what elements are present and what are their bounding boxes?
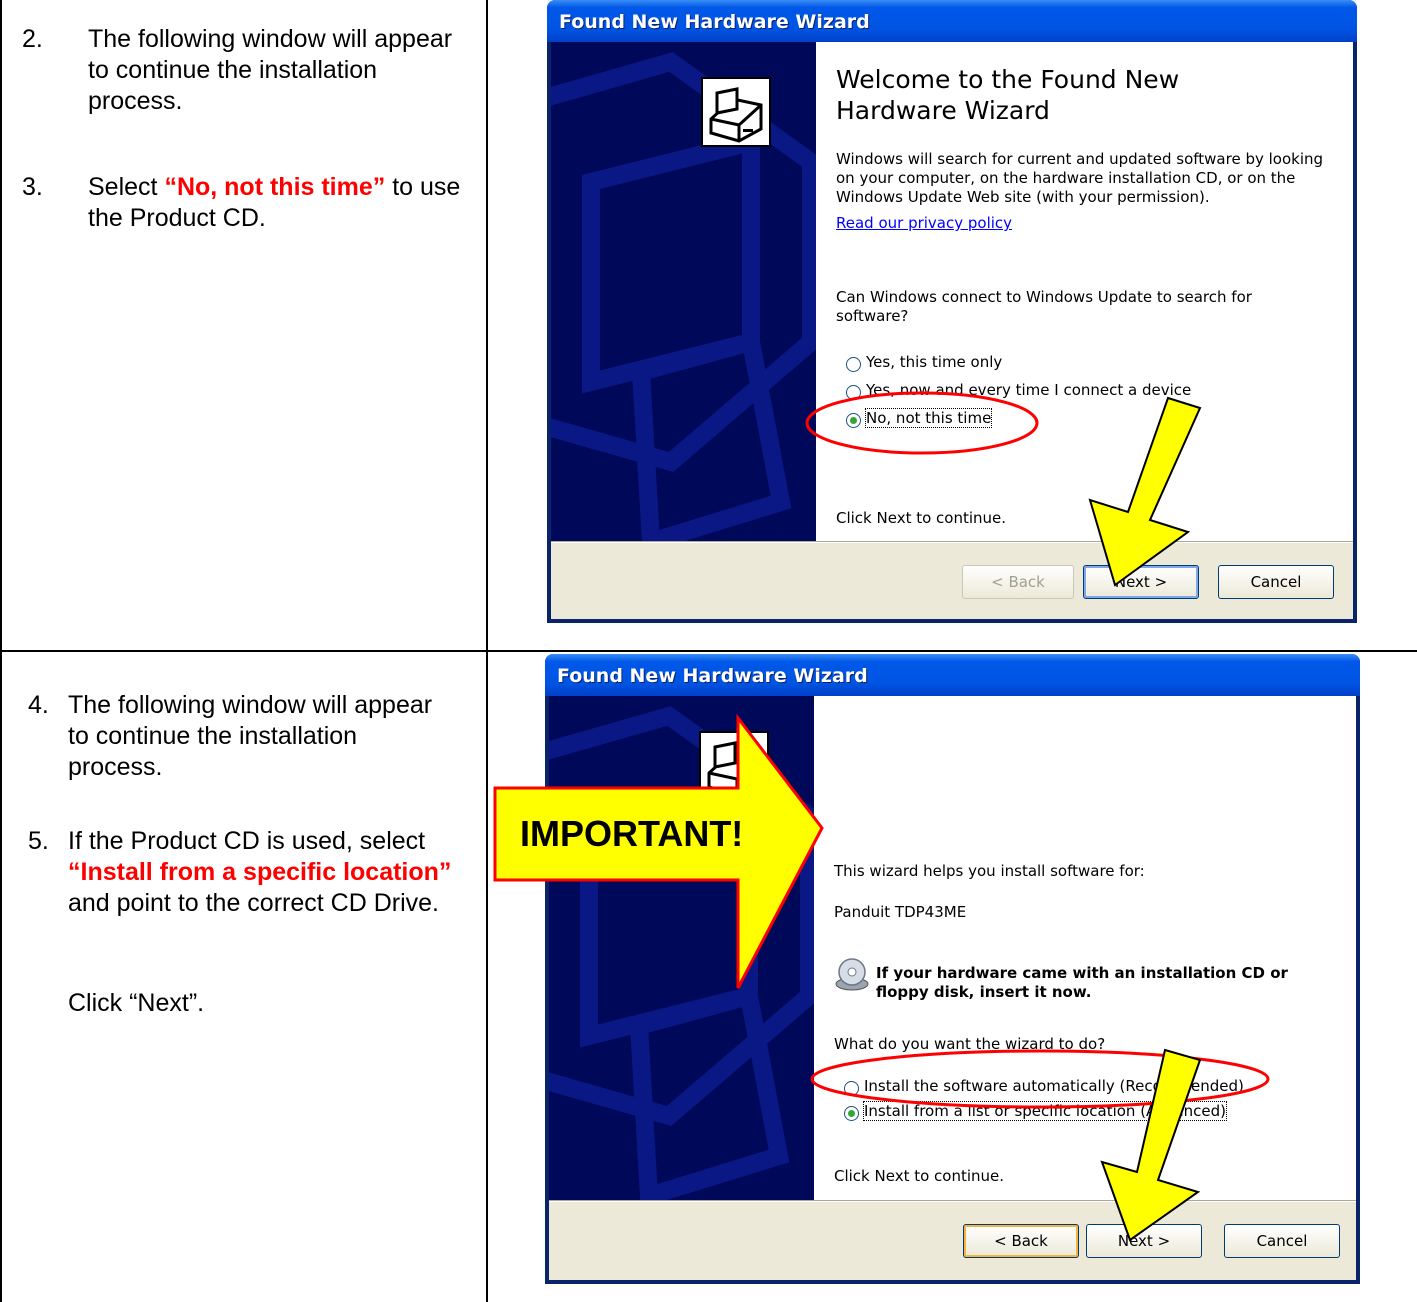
- privacy-link[interactable]: Read our privacy policy: [836, 214, 1012, 232]
- wizard-window-1: Found New Hardware Wizard Welcome to the…: [547, 0, 1357, 623]
- highlight-text: “Install from a specific location”: [68, 858, 452, 886]
- step-number: 2.: [22, 25, 43, 53]
- continue-text: Click Next to continue.: [836, 509, 1007, 527]
- radio-yes-every-time[interactable]: [846, 385, 861, 400]
- wizard-sidebar: [549, 696, 814, 1280]
- window-title: Found New Hardware Wizard: [557, 665, 868, 687]
- step-number: 4.: [28, 691, 49, 719]
- title-bar: Found New Hardware Wizard: [545, 654, 1360, 696]
- option-label: Yes, now and every time I connect a devi…: [866, 381, 1192, 399]
- wizard-footer: < Back Next > Cancel: [551, 542, 1353, 619]
- click-next-instruction: Click “Next”.: [68, 989, 205, 1017]
- window-title: Found New Hardware Wizard: [559, 11, 870, 33]
- step-number: 5.: [28, 827, 49, 855]
- wizard-question: Can Windows connect to Windows Update to…: [836, 288, 1252, 325]
- step-text: Select “No, not this time” to use the Pr…: [88, 173, 461, 232]
- radio-install-specific-location[interactable]: [844, 1106, 859, 1121]
- highlight-text: “No, not this time”: [164, 173, 386, 201]
- cd-notice: If your hardware came with an installati…: [876, 964, 1288, 1001]
- wizard-content: This wizard helps you install software f…: [814, 696, 1356, 1280]
- option-label: Install from a list or specific location…: [863, 1101, 1227, 1121]
- important-callout-text: IMPORTANT!: [520, 813, 744, 854]
- next-button[interactable]: Next >: [1083, 565, 1199, 599]
- option-label: No, not this time: [864, 408, 993, 428]
- table-divider-horizontal: [0, 650, 1417, 652]
- radio-no-not-this-time[interactable]: [846, 413, 861, 428]
- wizard-footer: < Back Next > Cancel: [549, 1201, 1356, 1280]
- wizard-heading: Welcome to the Found New Hardware Wizard: [836, 65, 1180, 125]
- wizard-sidebar: [551, 42, 816, 619]
- wizard-content: Welcome to the Found New Hardware Wizard…: [816, 42, 1353, 619]
- radio-install-automatically[interactable]: [844, 1081, 859, 1096]
- wizard-question: What do you want the wizard to do?: [834, 1035, 1106, 1053]
- step-text: If the Product CD is used, select “Insta…: [68, 827, 452, 917]
- cancel-button[interactable]: Cancel: [1218, 565, 1334, 599]
- continue-text: Click Next to continue.: [834, 1167, 1005, 1185]
- device-name: Panduit TDP43ME: [834, 903, 967, 921]
- option-label: Yes, this time only: [866, 353, 1003, 371]
- back-button[interactable]: < Back: [963, 1224, 1079, 1258]
- back-button[interactable]: < Back: [962, 565, 1074, 599]
- step-text: The following window will appear to cont…: [88, 25, 453, 115]
- hardware-icon: [699, 731, 769, 801]
- cancel-button[interactable]: Cancel: [1224, 1224, 1340, 1258]
- title-bar: Found New Hardware Wizard: [547, 0, 1357, 42]
- wizard-intro: This wizard helps you install software f…: [834, 862, 1145, 880]
- step-number: 3.: [22, 173, 43, 201]
- radio-yes-this-time[interactable]: [846, 357, 861, 372]
- wizard-description: Windows will search for current and upda…: [836, 150, 1324, 206]
- option-label: Install the software automatically (Reco…: [864, 1077, 1244, 1095]
- cd-icon: [834, 956, 870, 992]
- next-button[interactable]: Next >: [1086, 1224, 1202, 1258]
- step-text: The following window will appear to cont…: [68, 691, 433, 781]
- hardware-icon: [701, 77, 771, 147]
- wizard-window-2: Found New Hardware Wizard This wizard he…: [545, 654, 1360, 1284]
